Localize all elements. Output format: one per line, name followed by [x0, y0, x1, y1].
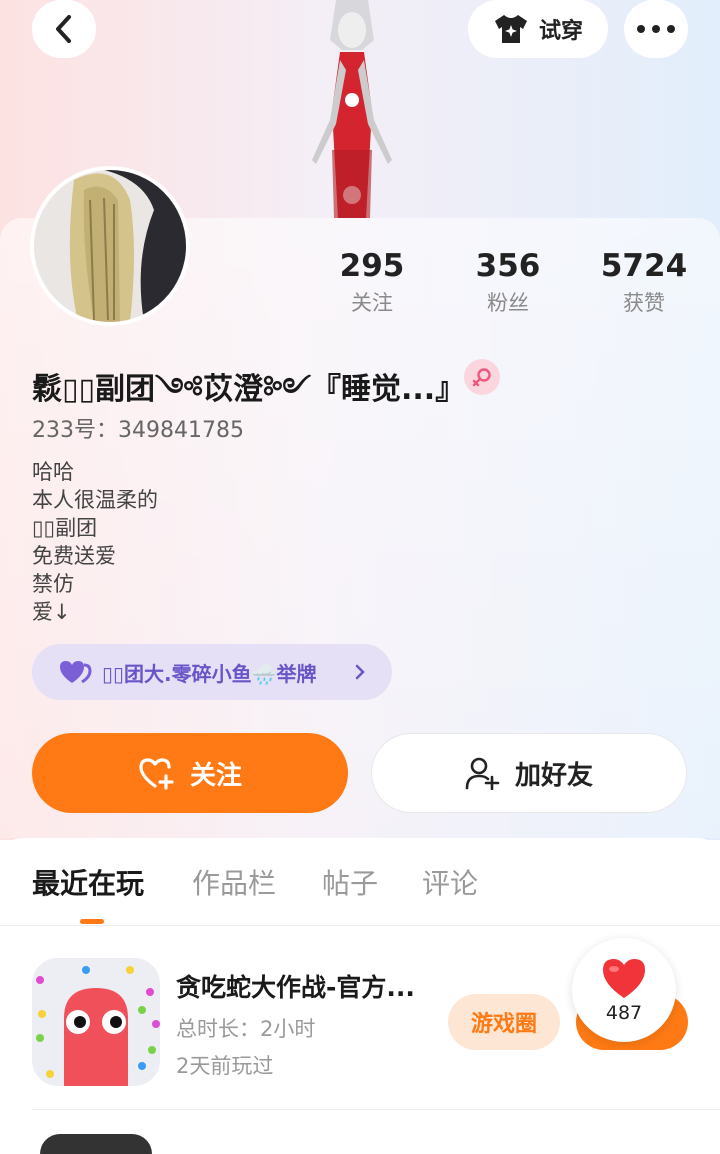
game-icon[interactable] [32, 958, 160, 1086]
stat-fans[interactable]: 356 粉丝 [448, 246, 568, 320]
stat-likes[interactable]: 5724 获赞 [584, 246, 704, 320]
stat-label: 关注 [351, 291, 393, 315]
game-title[interactable]: 贪吃蛇大作战-官方... [176, 968, 415, 1004]
heart-plus-icon [139, 758, 174, 790]
avatar[interactable] [30, 166, 190, 326]
heart-badge-icon [60, 661, 92, 684]
more-button[interactable] [624, 0, 688, 58]
bio-line: 禁仿 [32, 572, 74, 596]
chevron-left-icon [56, 15, 71, 43]
back-button[interactable] [32, 0, 96, 58]
follow-button[interactable]: 关注 [32, 733, 348, 813]
stat-label: 获赞 [623, 291, 665, 315]
avatar-character-image [312, 0, 392, 218]
fan-group-badge[interactable]: ▯▯团大.零碎小鱼🌧️举牌 [32, 644, 392, 700]
tab-works[interactable]: 作品栏 [192, 862, 276, 902]
female-gender-icon [464, 359, 500, 395]
tab-comments[interactable]: 评论 [422, 862, 478, 902]
add-user-icon [465, 757, 500, 790]
stat-value: 356 [475, 248, 541, 284]
bio: 哈哈 本人很温柔的 ▯▯副团 免费送爱 禁仿 爱↓ [32, 458, 158, 626]
tab-active-indicator [80, 919, 104, 924]
row-divider [32, 1109, 720, 1110]
game-icon[interactable] [40, 1134, 152, 1154]
bio-line: 本人很温柔的 [32, 488, 158, 512]
follow-label: 关注 [189, 760, 242, 791]
stat-label: 粉丝 [487, 291, 529, 315]
game-circle-button[interactable]: 游戏圈 [448, 994, 560, 1050]
try-on-button[interactable]: 试穿 [468, 0, 608, 58]
tshirt-icon [494, 15, 527, 43]
badge-text: ▯▯团大.零碎小鱼🌧️举牌 [102, 661, 317, 686]
tab-divider [0, 925, 720, 926]
user-id: 233号：349841785 [32, 418, 244, 443]
stat-value: 5724 [600, 248, 688, 284]
more-dots-icon [637, 25, 675, 33]
bio-line: ▯▯副团 [32, 516, 98, 540]
avatar-image [34, 170, 186, 322]
add-friend-button[interactable]: 加好友 [371, 733, 687, 813]
game-duration: 总时长：2小时 [176, 1017, 316, 1041]
like-count: 487 [605, 1002, 643, 1024]
tab-recently-played[interactable]: 最近在玩 [32, 862, 144, 902]
heart-icon [603, 959, 645, 998]
stat-value: 295 [339, 248, 405, 284]
snake-game-image [32, 958, 160, 1086]
bio-line: 免费送爱 [32, 544, 116, 568]
tab-posts[interactable]: 帖子 [322, 862, 378, 902]
like-bubble[interactable]: 487 [572, 938, 676, 1042]
bio-line: 爱↓ [32, 600, 71, 624]
add-friend-label: 加好友 [514, 760, 593, 791]
chevron-right-icon [355, 664, 365, 680]
game-last-played: 2天前玩过 [176, 1054, 274, 1078]
stat-following[interactable]: 295 关注 [312, 246, 432, 320]
try-on-label: 试穿 [538, 19, 583, 44]
bio-line: 哈哈 [32, 460, 74, 484]
